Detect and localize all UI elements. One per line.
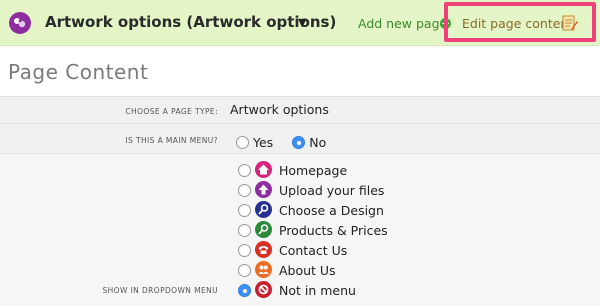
magnifier-icon — [255, 221, 272, 238]
people-icon — [255, 261, 272, 278]
main-menu-options: Yes No — [230, 132, 334, 151]
menu-option-radio[interactable] — [238, 244, 251, 257]
page-content-heading: Page Content — [8, 60, 149, 84]
menu-option-radio[interactable] — [238, 224, 251, 237]
page-type-value: Artwork options — [230, 102, 329, 117]
magnifier-icon — [255, 201, 272, 218]
menu-option-radio[interactable] — [238, 164, 251, 177]
main-menu-yes-option[interactable]: Yes — [236, 132, 273, 151]
menu-option-radio[interactable] — [238, 184, 251, 197]
main-menu-no-label: No — [309, 135, 327, 150]
dropdown-menu-row: SHOW IN DROPDOWN MENU Homepage Upload yo… — [0, 153, 600, 306]
page-title: Artwork options (Artwork options) — [45, 13, 337, 31]
menu-option-label: Upload your files — [279, 183, 385, 198]
page-type-row: CHOOSE A PAGE TYPE: Artwork options — [0, 96, 600, 123]
add-new-page-link[interactable]: Add new page — [358, 16, 447, 31]
upload-icon — [255, 181, 272, 198]
menu-option-label: Not in menu — [279, 283, 356, 298]
phone-icon — [255, 241, 272, 258]
page-content-form: CHOOSE A PAGE TYPE: Artwork options IS T… — [0, 96, 600, 306]
dropdown-menu-label: SHOW IN DROPDOWN MENU — [102, 286, 218, 295]
menu-option-label: About Us — [279, 263, 336, 278]
menu-option-label: Contact Us — [279, 243, 348, 258]
main-menu-yes-label: Yes — [253, 135, 274, 150]
edit-page-icon[interactable] — [562, 14, 578, 36]
menu-option-radio[interactable] — [238, 284, 251, 297]
menu-option-label: Choose a Design — [279, 203, 384, 218]
page-select-dropdown[interactable]: ▼ — [298, 16, 306, 29]
page-toolbar: Artwork options (Artwork options) ▼ Add … — [0, 0, 600, 46]
menu-option-radio[interactable] — [238, 264, 251, 277]
menu-option-label: Products & Prices — [279, 223, 388, 238]
no-entry-icon — [255, 281, 272, 298]
home-icon — [255, 161, 272, 178]
main-menu-row: IS THIS A MAIN MENU? Yes No — [0, 123, 600, 153]
main-menu-no-radio[interactable] — [292, 136, 306, 149]
menu-option-radio[interactable] — [238, 204, 251, 217]
page-type-icon — [9, 12, 31, 34]
page-type-label: CHOOSE A PAGE TYPE: — [125, 107, 218, 116]
main-menu-yes-radio[interactable] — [236, 136, 249, 149]
edit-page-content-link[interactable]: Edit page content — [462, 16, 573, 31]
menu-option-label: Homepage — [279, 163, 348, 178]
main-menu-label: IS THIS A MAIN MENU? — [125, 136, 218, 145]
main-menu-no-option[interactable]: No — [292, 132, 326, 151]
